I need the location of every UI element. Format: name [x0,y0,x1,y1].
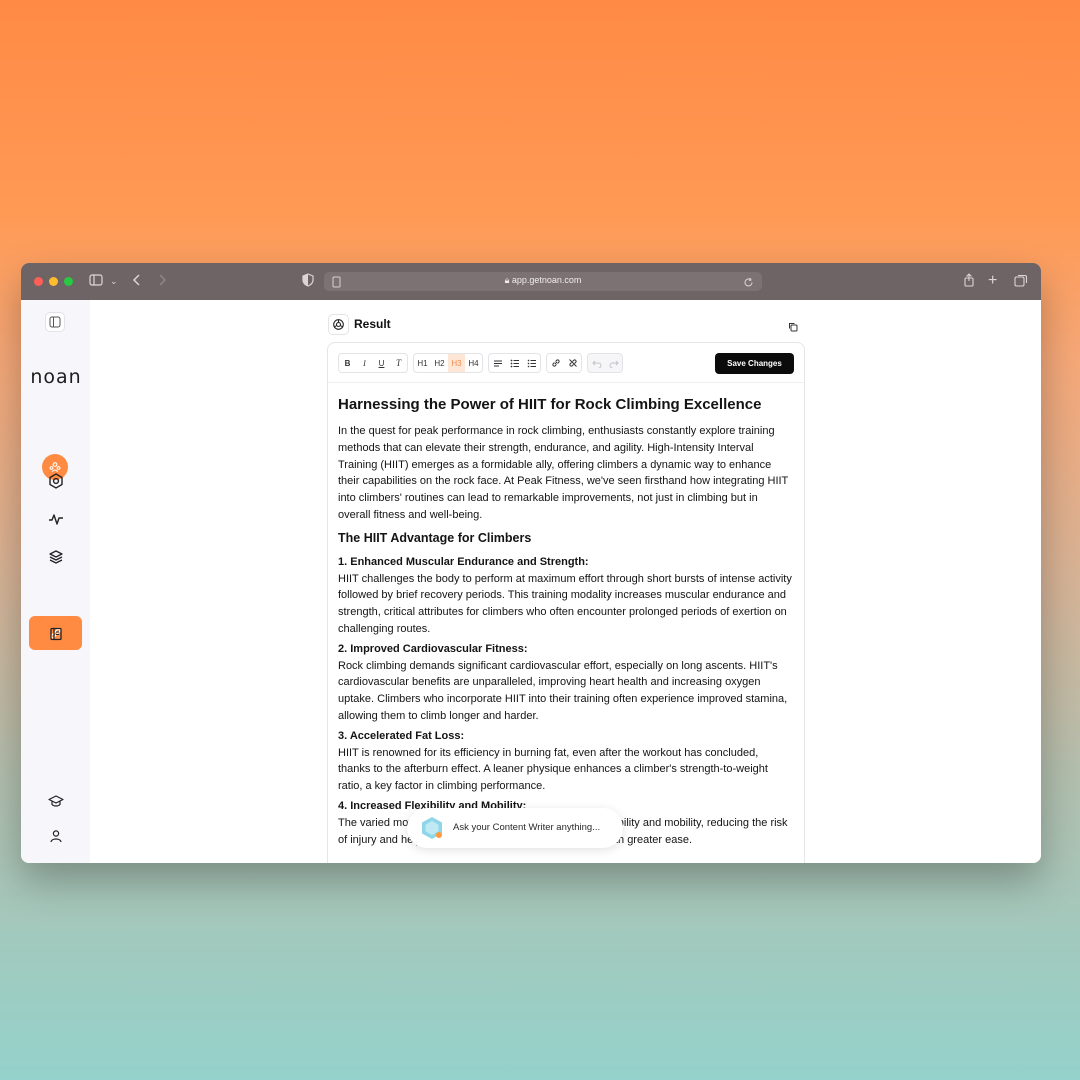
assistant-hexagon-icon [420,816,444,845]
section-body: Rock climbing demands significant cardio… [338,659,788,722]
article-subtitle: The HIIT Advantage for Climbers [338,530,532,545]
underline-button[interactable]: U [373,354,390,372]
collapse-sidebar-icon[interactable] [45,312,65,332]
tabs-overview-icon[interactable] [1014,273,1028,291]
italic-button[interactable]: I [356,354,373,372]
new-tab-icon[interactable]: + [988,273,997,289]
ask-content-writer-input[interactable]: Ask your Content Writer anything... [407,808,623,848]
close-window-button[interactable] [34,277,43,286]
shield-icon[interactable] [302,273,314,291]
browser-window: ⌄ 🔒︎ app.getnoan.com + noan Result B I U… [21,263,1041,863]
activity-icon[interactable] [45,508,67,530]
ask-placeholder: Ask your Content Writer anything... [453,822,601,833]
app-sidebar: noan [21,300,90,863]
bold-button[interactable]: B [339,354,356,372]
chevron-down-icon[interactable]: ⌄ [110,273,118,289]
article-intro: In the quest for peak performance in roc… [338,425,789,521]
save-changes-button[interactable]: Save Changes [715,353,794,374]
article-title: Harnessing the Power of HIIT for Rock Cl… [338,396,762,413]
section-heading: 3. Accelerated Fat Loss: [338,729,465,742]
link-group [546,353,582,373]
blockquote-icon[interactable] [489,354,506,372]
link-icon[interactable] [547,354,564,372]
redo-icon[interactable] [605,354,622,372]
back-icon[interactable] [132,273,142,291]
h3-button[interactable]: H3 [448,354,465,372]
section-heading: 2. Improved Cardiovascular Fitness: [338,642,528,655]
copy-icon[interactable] [788,319,798,337]
section-body: HIIT is renowned for its efficiency in b… [338,746,768,793]
openai-icon [328,314,349,335]
reload-icon[interactable] [743,275,754,293]
zoom-window-button[interactable] [64,277,73,286]
undo-icon[interactable] [588,354,605,372]
notebook-icon[interactable] [45,623,67,645]
ordered-list-icon[interactable] [523,354,540,372]
article-body[interactable]: Harnessing the Power of HIIT for Rock Cl… [338,395,793,851]
editor-toolbar: B I U T H1 H2 H3 H4 [338,353,623,373]
main-content: Result B I U T H1 H2 H3 H4 Save Changes … [90,300,1041,863]
history-group [587,353,623,373]
h1-button[interactable]: H1 [414,354,431,372]
minimize-window-button[interactable] [49,277,58,286]
address-bar[interactable]: 🔒︎ app.getnoan.com [324,272,762,291]
clear-format-button[interactable]: T [390,354,407,372]
user-icon[interactable] [45,825,67,847]
lock-icon: 🔒︎ [504,275,510,285]
toolbar-divider [328,382,804,383]
result-header: Result [328,314,802,337]
url-text: app.getnoan.com [511,275,582,285]
app-logo: noan [30,366,82,388]
unlink-icon[interactable] [564,354,581,372]
list-group [488,353,541,373]
bullet-list-icon[interactable] [506,354,523,372]
share-icon[interactable] [963,273,975,291]
browser-titlebar: ⌄ 🔒︎ app.getnoan.com + [21,263,1041,300]
editor-card: B I U T H1 H2 H3 H4 Save Changes Harness… [327,342,805,863]
graduation-cap-icon[interactable] [45,790,67,812]
section-body: HIIT challenges the body to perform at m… [338,572,792,635]
result-title: Result [354,317,391,331]
section-heading: 1. Enhanced Muscular Endurance and Stren… [338,555,589,568]
layers-icon[interactable] [45,546,67,568]
forward-icon[interactable] [157,273,167,291]
h2-button[interactable]: H2 [431,354,448,372]
heading-group: H1 H2 H3 H4 [413,353,483,373]
format-group: B I U T [338,353,408,373]
sidebar-toggle-icon[interactable] [89,273,103,291]
h4-button[interactable]: H4 [465,354,482,372]
settings-hex-icon[interactable] [45,470,67,492]
